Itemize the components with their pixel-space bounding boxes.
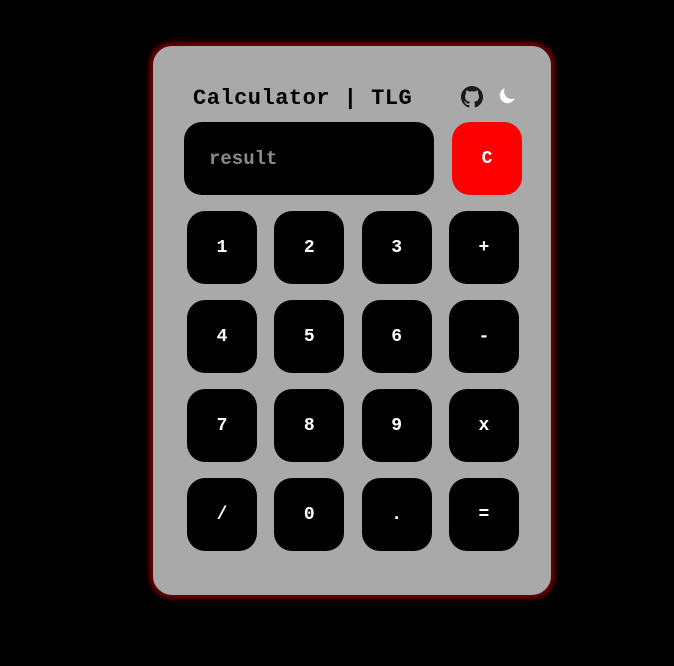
clear-button[interactable]: C (452, 122, 522, 195)
key-2-button[interactable]: 2 (274, 211, 345, 284)
key-8-button[interactable]: 8 (274, 389, 345, 462)
key-5-button[interactable]: 5 (274, 300, 345, 373)
result-display[interactable] (184, 122, 434, 195)
key-1-button[interactable]: 1 (187, 211, 257, 284)
divide-button[interactable]: / (187, 478, 257, 551)
key-0-button[interactable]: 0 (274, 478, 345, 551)
key-6-button[interactable]: 6 (361, 300, 432, 373)
calculator-panel: Calculator | TLG C 1 2 3 + 4 5 6 - 7 8 9… (152, 45, 552, 596)
subtract-button[interactable]: - (448, 300, 519, 373)
key-3-button[interactable]: 3 (361, 211, 432, 284)
key-9-button[interactable]: 9 (361, 389, 432, 462)
key-7-button[interactable]: 7 (187, 389, 257, 462)
decimal-button[interactable]: . (361, 478, 432, 551)
add-button[interactable]: + (448, 211, 519, 284)
multiply-button[interactable]: x (448, 389, 519, 462)
moon-icon[interactable] (496, 85, 518, 107)
app-title: Calculator | TLG (193, 86, 413, 111)
key-4-button[interactable]: 4 (187, 300, 257, 373)
equals-button[interactable]: = (448, 478, 519, 551)
keypad: 1 2 3 + 4 5 6 - 7 8 9 x / 0 . = (187, 211, 519, 551)
github-icon[interactable] (461, 86, 483, 108)
